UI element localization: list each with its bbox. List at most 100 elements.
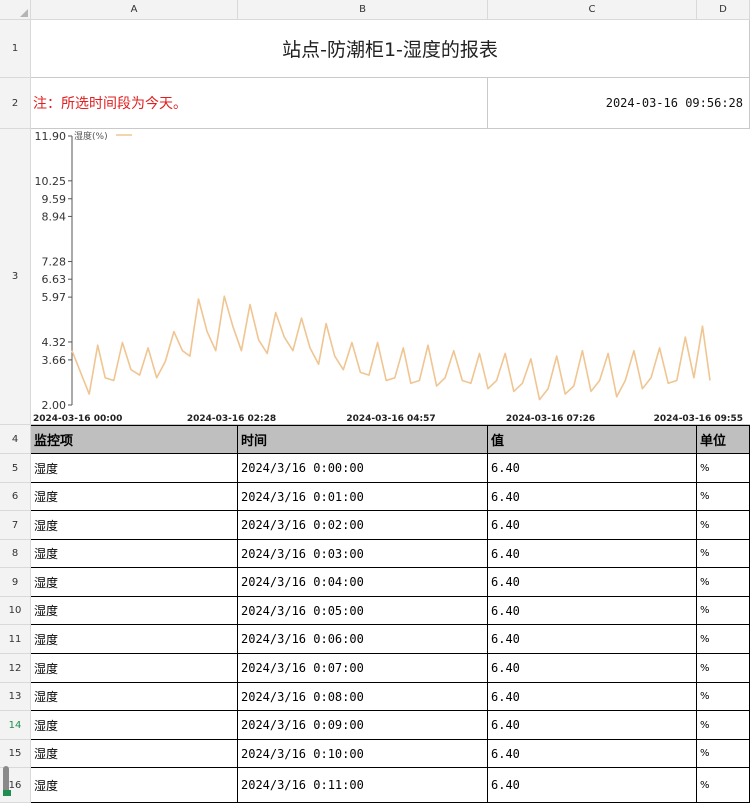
row-header-5[interactable]: 5 [0,454,31,483]
table-row-text: % [700,748,710,759]
row-header-13[interactable]: 13 [0,683,31,711]
table-row-text: 2024/3/16 0:02:00 [241,518,364,532]
y-tick-label: 4.32 [42,336,67,349]
legend-label: 湿度(%) [74,130,108,142]
cell-monitor-item[interactable]: 湿度 [31,711,238,740]
cell-time[interactable]: 2024/3/16 0:02:00 [238,511,488,540]
chart-container[interactable]: 11.90 10.25 9.59 8.94 7.28 6.63 5.97 4.32 3.66 2.… [31,129,750,425]
y-tick-label: 3.66 [42,354,67,367]
cell-unit[interactable]: % [697,540,750,568]
select-all-corner[interactable] [0,0,31,20]
table-row-text: 6.40 [491,778,520,792]
cell-value[interactable]: 6.40 [488,511,697,540]
row-header-14[interactable]: 14 [0,711,31,740]
table-row-text: % [700,662,710,674]
cell-value[interactable]: 6.40 [488,597,697,625]
table-row-text: 6.40 [491,718,520,732]
row-header-2[interactable]: 2 [0,78,31,129]
report-title: 站点-防潮柜1-湿度的报表 [282,39,498,61]
cell-unit[interactable]: % [697,625,750,654]
cell-time[interactable]: 2024/3/16 0:03:00 [238,540,488,568]
cell-monitor-item[interactable]: 湿度 [31,768,238,803]
cell-value[interactable]: 6.40 [488,483,697,511]
cell-monitor-item[interactable]: 湿度 [31,654,238,683]
cell-time[interactable]: 2024/3/16 0:00:00 [238,454,488,483]
note-cell[interactable]: 注：所选时间段为今天。 [31,78,488,129]
header-label: 值 [491,434,505,449]
cell-time[interactable]: 2024/3/16 0:01:00 [238,483,488,511]
cell-monitor-item[interactable]: 湿度 [31,740,238,768]
table-row-text: 2024/3/16 0:11:00 [241,778,364,792]
cell-unit[interactable]: % [697,568,750,597]
x-tick-label: 2024-03-16 04:57 [346,414,435,424]
table-row-text: 湿度 [34,604,59,618]
column-header-d[interactable]: D [697,0,750,20]
cell-time[interactable]: 2024/3/16 0:06:00 [238,625,488,654]
cell-value[interactable]: 6.40 [488,454,697,483]
column-header-b[interactable]: B [238,0,488,20]
cell-value[interactable]: 6.40 [488,568,697,597]
cell-value[interactable]: 6.40 [488,711,697,740]
row-header-8[interactable]: 8 [0,540,31,568]
row-header-9[interactable]: 9 [0,568,31,597]
cell-time[interactable]: 2024/3/16 0:08:00 [238,683,488,711]
cell-monitor-item[interactable]: 湿度 [31,597,238,625]
table-row-text: 2024/3/16 0:08:00 [241,689,364,704]
row-header-6[interactable]: 6 [0,483,31,511]
cell-unit[interactable]: % [697,768,750,803]
cell-value[interactable]: 6.40 [488,768,697,803]
cell-time[interactable]: 2024/3/16 0:04:00 [238,568,488,597]
cell-monitor-item[interactable]: 湿度 [31,511,238,540]
column-header-c[interactable]: C [488,0,697,20]
cell-monitor-item[interactable]: 湿度 [31,454,238,483]
table-row-text: 湿度 [34,747,59,761]
table-row-text: 2024/3/16 0:09:00 [241,718,364,732]
cell-unit[interactable]: % [697,454,750,483]
cell-time[interactable]: 2024/3/16 0:05:00 [238,597,488,625]
cell-value[interactable]: 6.40 [488,540,697,568]
table-row-text: 湿度 [34,490,59,504]
x-tick-label: 2024-03-16 07:26 [506,414,595,424]
cell-unit[interactable]: % [697,711,750,740]
table-row-text: % [700,633,710,645]
cell-unit[interactable]: % [697,597,750,625]
cell-value[interactable]: 6.40 [488,625,697,654]
row-header-11[interactable]: 11 [0,625,31,654]
note-text: 注：所选时间段为今天。 [33,96,187,112]
table-row-text: 湿度 [34,547,59,561]
column-header-label: C [588,4,596,15]
report-title-cell[interactable]: 站点-防潮柜1-湿度的报表 [31,20,750,78]
row-header-15[interactable]: 15 [0,740,31,768]
row-number: 16 [8,779,22,791]
cell-value[interactable]: 6.40 [488,683,697,711]
cell-monitor-item[interactable]: 湿度 [31,483,238,511]
header-monitor-item: 监控项 [31,425,238,454]
cell-monitor-item[interactable]: 湿度 [31,625,238,654]
row-header-3[interactable]: 3 [0,129,31,425]
table-row-text: 2024/3/16 0:04:00 [241,575,364,589]
cell-time[interactable]: 2024/3/16 0:11:00 [238,768,488,803]
row-header-1[interactable]: 1 [0,20,31,78]
cell-unit[interactable]: % [697,511,750,540]
row-number: 15 [8,748,22,759]
cell-monitor-item[interactable]: 湿度 [31,683,238,711]
row-header-7[interactable]: 7 [0,511,31,540]
row-header-4[interactable]: 4 [0,425,31,454]
table-row-text: 6.40 [491,661,520,675]
row-header-10[interactable]: 10 [0,597,31,625]
cell-monitor-item[interactable]: 湿度 [31,568,238,597]
table-row-text: 2024/3/16 0:06:00 [241,632,364,646]
cell-unit[interactable]: % [697,683,750,711]
cell-time[interactable]: 2024/3/16 0:07:00 [238,654,488,683]
cell-time[interactable]: 2024/3/16 0:09:00 [238,711,488,740]
cell-time[interactable]: 2024/3/16 0:10:00 [238,740,488,768]
cell-unit[interactable]: % [697,654,750,683]
cell-unit[interactable]: % [697,740,750,768]
row-header-12[interactable]: 12 [0,654,31,683]
cell-monitor-item[interactable]: 湿度 [31,540,238,568]
column-header-a[interactable]: A [31,0,238,20]
timestamp-cell[interactable]: 2024-03-16 09:56:28 [488,78,750,129]
cell-value[interactable]: 6.40 [488,740,697,768]
cell-unit[interactable]: % [697,483,750,511]
cell-value[interactable]: 6.40 [488,654,697,683]
